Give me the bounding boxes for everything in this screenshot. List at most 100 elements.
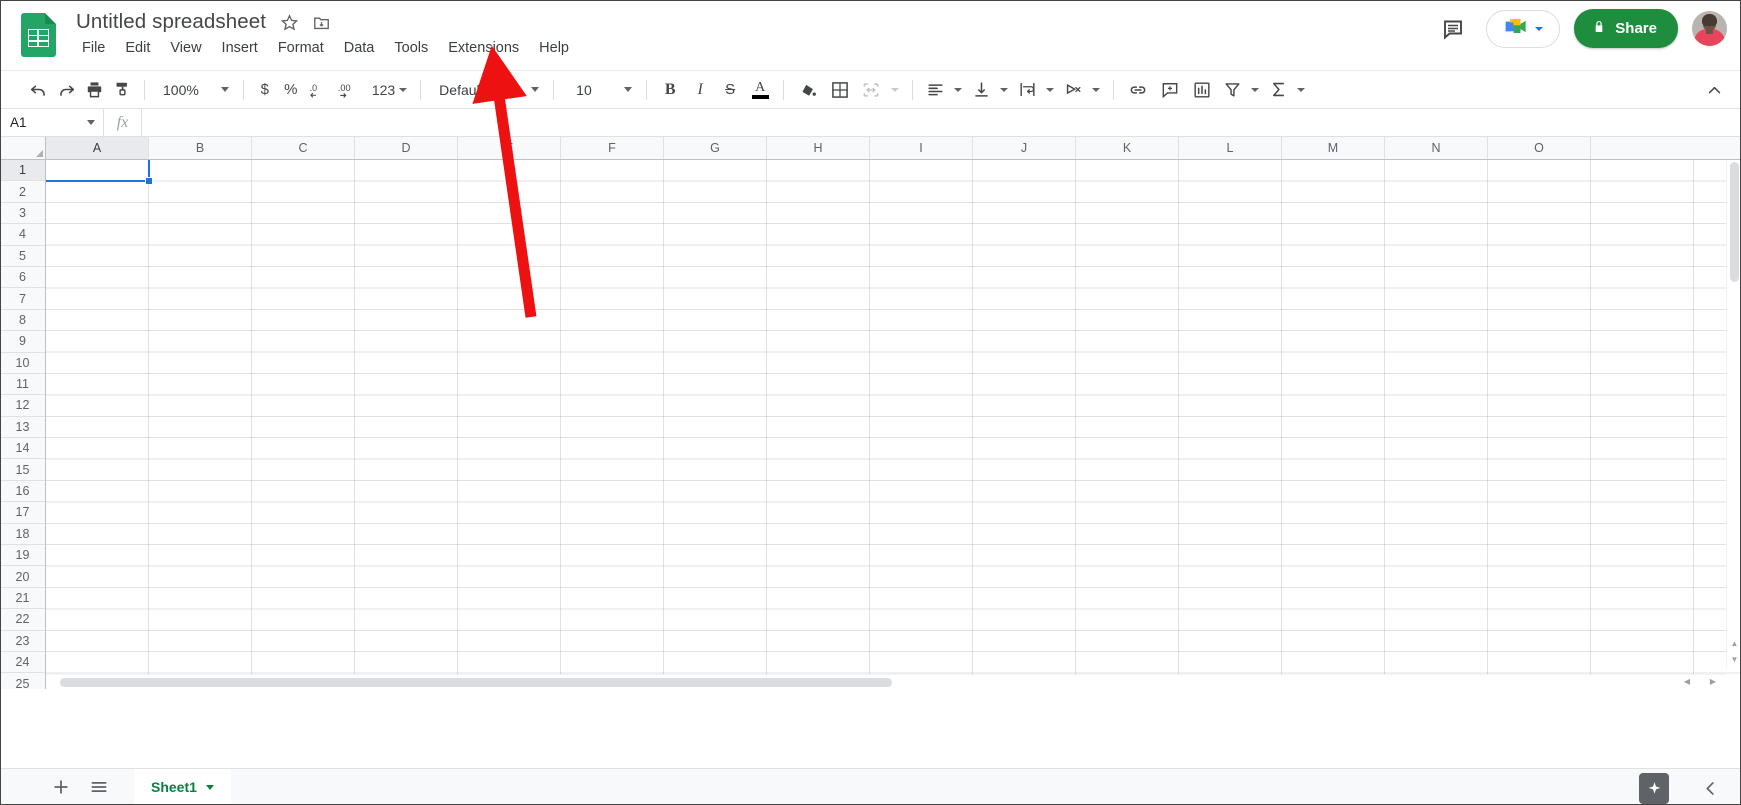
row-header-10[interactable]: 10: [0, 352, 45, 374]
row-header-18[interactable]: 18: [0, 523, 45, 546]
collapse-toolbar-icon[interactable]: [1699, 75, 1729, 105]
row-header-12[interactable]: 12: [0, 395, 45, 417]
row-header-6[interactable]: 6: [0, 266, 45, 289]
font-size-selector[interactable]: 10: [562, 76, 638, 104]
italic-button[interactable]: I: [685, 76, 715, 104]
text-wrapping-icon[interactable]: [1013, 76, 1041, 104]
scroll-down-icon[interactable]: ▼: [1727, 652, 1741, 666]
filter-chevron-icon[interactable]: [1246, 76, 1264, 104]
menu-file[interactable]: File: [72, 37, 115, 59]
merge-cells-icon[interactable]: [856, 76, 886, 104]
menu-view[interactable]: View: [160, 37, 211, 59]
column-header-F[interactable]: F: [561, 137, 664, 159]
row-header-15[interactable]: 15: [0, 459, 45, 481]
row-header-14[interactable]: 14: [0, 438, 45, 460]
bold-button[interactable]: B: [655, 76, 685, 104]
row-header-24[interactable]: 24: [0, 651, 45, 674]
column-header-H[interactable]: H: [767, 137, 870, 159]
column-header-M[interactable]: M: [1282, 137, 1385, 159]
vertical-scroll-thumb[interactable]: [1730, 162, 1739, 282]
chevron-down-icon[interactable]: [87, 120, 95, 125]
column-header-G[interactable]: G: [664, 137, 767, 159]
insert-chart-icon[interactable]: [1186, 76, 1218, 104]
column-header-O[interactable]: O: [1488, 137, 1591, 159]
functions-sigma-icon[interactable]: [1264, 76, 1292, 104]
row-header-5[interactable]: 5: [0, 245, 45, 267]
functions-chevron-icon[interactable]: [1292, 76, 1310, 104]
all-sheets-icon[interactable]: [82, 770, 116, 804]
column-header-D[interactable]: D: [355, 137, 458, 159]
filter-icon[interactable]: [1218, 76, 1246, 104]
fx-icon[interactable]: fx: [104, 109, 142, 136]
merge-options-chevron-icon[interactable]: [886, 76, 904, 104]
row-header-3[interactable]: 3: [0, 202, 45, 225]
row-header-1[interactable]: 1: [0, 160, 45, 182]
menu-extensions[interactable]: Extensions: [438, 37, 529, 59]
column-header-K[interactable]: K: [1076, 137, 1179, 159]
scroll-right-icon[interactable]: ▶: [1700, 674, 1726, 689]
row-header-8[interactable]: 8: [0, 309, 45, 332]
scroll-left-icon[interactable]: ◀: [1674, 674, 1700, 689]
paint-format-icon[interactable]: [108, 76, 136, 104]
print-icon[interactable]: [80, 76, 108, 104]
chevron-down-icon[interactable]: [205, 784, 214, 790]
row-header-9[interactable]: 9: [0, 331, 45, 353]
menu-format[interactable]: Format: [268, 37, 334, 59]
text-rotation-icon[interactable]: [1059, 76, 1087, 104]
explore-icon[interactable]: [1639, 773, 1669, 804]
google-meet-button[interactable]: [1486, 9, 1561, 48]
column-header-E[interactable]: E: [458, 137, 561, 159]
insert-comment-icon[interactable]: [1154, 76, 1186, 104]
undo-icon[interactable]: [24, 76, 52, 104]
fill-color-icon[interactable]: [792, 76, 824, 104]
row-header-20[interactable]: 20: [0, 566, 45, 588]
cells-area[interactable]: [46, 160, 1741, 689]
horizontal-align-icon[interactable]: [921, 76, 949, 104]
fill-handle[interactable]: [145, 177, 153, 186]
row-header-21[interactable]: 21: [0, 587, 45, 610]
column-header-N[interactable]: N: [1385, 137, 1488, 159]
percent-format-button[interactable]: %: [278, 76, 304, 104]
insert-link-icon[interactable]: [1122, 76, 1154, 104]
add-sheet-icon[interactable]: [44, 770, 78, 804]
text-color-button[interactable]: A: [745, 76, 775, 104]
menu-edit[interactable]: Edit: [115, 37, 160, 59]
select-all-corner[interactable]: [0, 137, 46, 159]
horizontal-align-chevron-icon[interactable]: [949, 76, 967, 104]
star-outline-icon[interactable]: [278, 11, 300, 33]
row-header-19[interactable]: 19: [0, 545, 45, 567]
row-header-25[interactable]: 25: [0, 673, 45, 689]
sheet-tab-sheet1[interactable]: Sheet1: [134, 768, 231, 805]
column-header-L[interactable]: L: [1179, 137, 1282, 159]
row-header-16[interactable]: 16: [0, 480, 45, 503]
row-header-11[interactable]: 11: [0, 373, 45, 396]
row-header-17[interactable]: 17: [0, 502, 45, 524]
number-format-button[interactable]: 123: [366, 76, 412, 104]
redo-icon[interactable]: [52, 76, 80, 104]
currency-format-button[interactable]: $: [252, 76, 278, 104]
row-header-4[interactable]: 4: [0, 224, 45, 246]
comment-history-icon[interactable]: [1434, 10, 1472, 48]
strikethrough-button[interactable]: S: [715, 76, 745, 104]
decrease-decimal-button[interactable]: .0: [304, 76, 333, 104]
zoom-control[interactable]: 100%: [153, 76, 235, 104]
user-avatar[interactable]: [1692, 11, 1727, 46]
row-header-2[interactable]: 2: [0, 181, 45, 203]
scroll-up-icon[interactable]: ▲: [1727, 636, 1741, 650]
column-header-I[interactable]: I: [870, 137, 973, 159]
column-header-J[interactable]: J: [973, 137, 1076, 159]
column-header-C[interactable]: C: [252, 137, 355, 159]
menu-data[interactable]: Data: [334, 37, 385, 59]
menu-tools[interactable]: Tools: [384, 37, 438, 59]
horizontal-scrollbar[interactable]: [46, 674, 1726, 689]
formula-input[interactable]: [142, 109, 1741, 136]
menu-insert[interactable]: Insert: [212, 37, 268, 59]
text-rotation-chevron-icon[interactable]: [1087, 76, 1105, 104]
borders-icon[interactable]: [824, 76, 856, 104]
row-header-7[interactable]: 7: [0, 288, 45, 310]
move-to-folder-icon[interactable]: [310, 11, 332, 33]
vertical-align-icon[interactable]: [967, 76, 995, 104]
column-header-A[interactable]: A: [46, 137, 149, 159]
vertical-scrollbar[interactable]: ▲ ▼: [1726, 160, 1741, 668]
share-button[interactable]: Share: [1574, 9, 1678, 48]
